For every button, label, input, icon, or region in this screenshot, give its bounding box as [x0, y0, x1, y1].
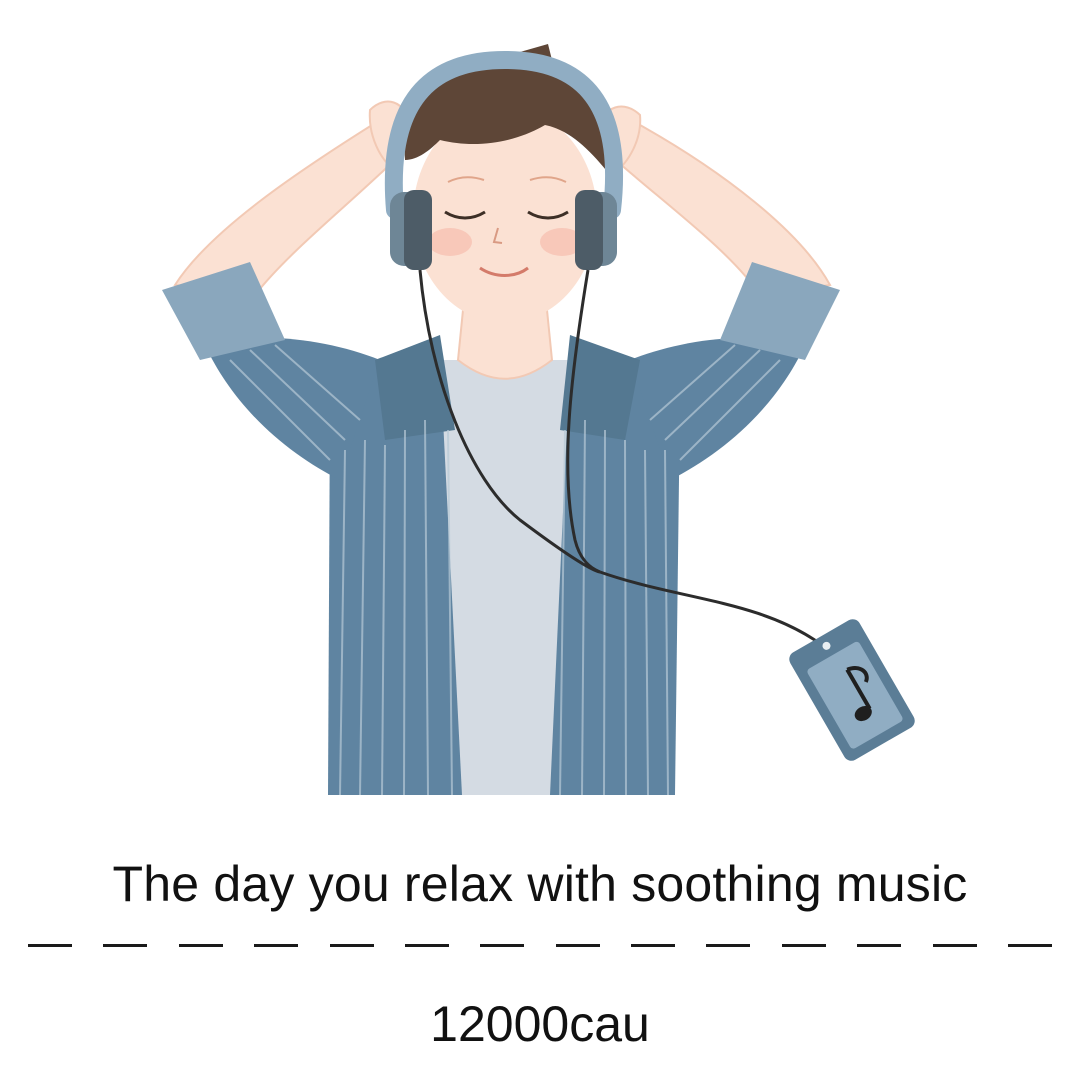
dash-12 — [857, 944, 902, 947]
dash-2 — [103, 944, 148, 947]
dash-10 — [706, 944, 751, 947]
dash-13 — [932, 944, 977, 947]
dash-14 — [1007, 944, 1052, 947]
dash-4 — [254, 944, 299, 947]
dash-11 — [781, 944, 826, 947]
dash-7 — [480, 944, 525, 947]
headphones-person-illustration — [162, 44, 915, 796]
dash-9 — [631, 944, 675, 947]
music-player — [789, 619, 915, 761]
dash-8 — [555, 944, 600, 947]
left-arm — [173, 100, 412, 297]
dash-5 — [329, 944, 374, 947]
dash-1 — [28, 944, 72, 947]
right-arm — [598, 105, 832, 297]
dash-divider — [28, 944, 1052, 952]
caption-text: The day you relax with soothing music — [112, 856, 968, 912]
dash-6 — [404, 944, 449, 947]
author-handle: 12000cau — [430, 996, 650, 1052]
dash-3 — [178, 944, 223, 947]
